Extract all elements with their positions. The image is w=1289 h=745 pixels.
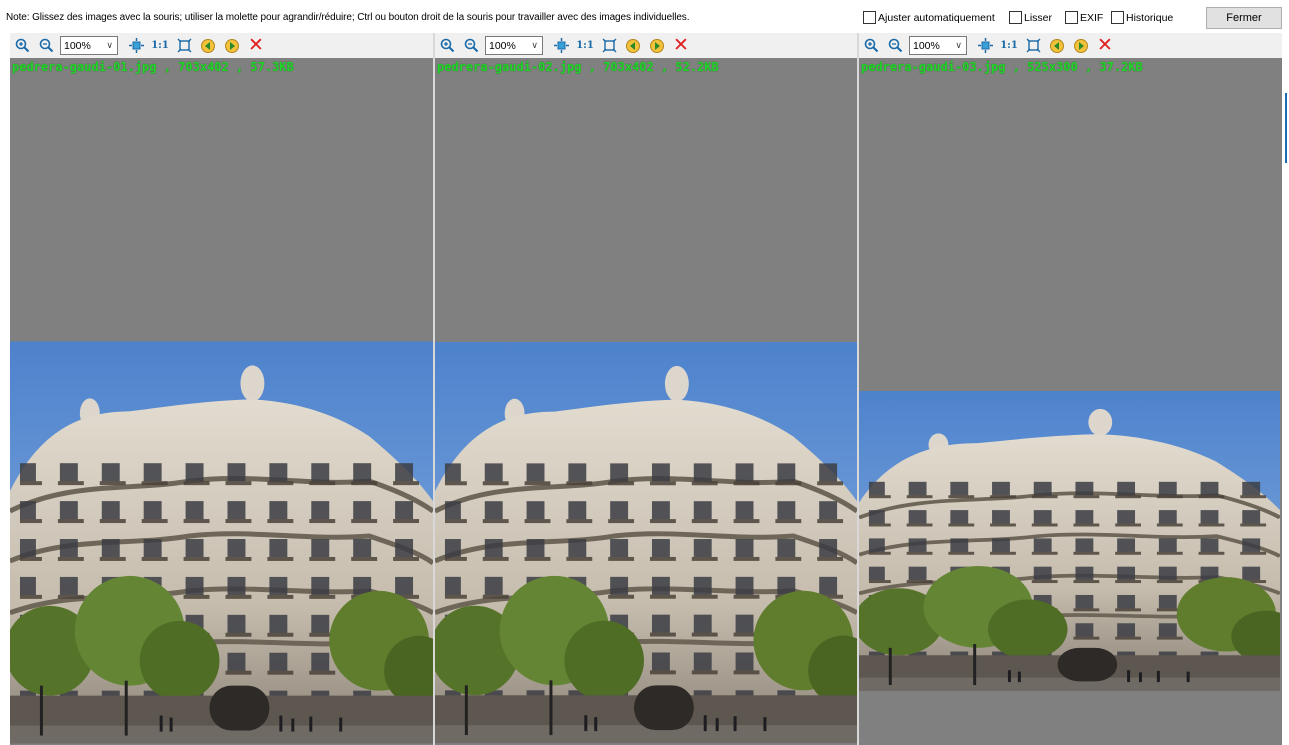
close-icon[interactable]: ✕	[244, 34, 268, 58]
smooth-option[interactable]: Lisser	[1009, 11, 1052, 24]
image-caption: pedrera-gaudi-03.jpg , 525x300 , 37.2KB	[861, 60, 1143, 74]
chevron-down-icon: ∨	[531, 40, 538, 50]
image-viewport[interactable]: pedrera-gaudi-01.jpg , 703x402 , 57.3KB	[10, 58, 433, 745]
prev-image-icon[interactable]	[196, 34, 220, 58]
close-icon[interactable]: ✕	[1093, 34, 1117, 58]
auto-fit-option[interactable]: Ajuster automatiquement	[863, 11, 995, 24]
history-option[interactable]: Historique	[1111, 11, 1173, 24]
top-bar: Note: Glissez des images avec la souris;…	[0, 0, 1289, 32]
building-photo	[435, 341, 857, 744]
chevron-down-icon: ∨	[106, 40, 113, 50]
close-button[interactable]: Fermer	[1206, 7, 1282, 29]
image-caption: pedrera-gaudi-02.jpg , 703x402 , 52.2KB	[437, 60, 719, 74]
note-text: Note: Glissez des images avec la souris;…	[6, 12, 690, 23]
next-image-icon[interactable]	[1069, 34, 1093, 58]
one-to-one-button[interactable]: 1:1	[148, 34, 172, 58]
chevron-down-icon: ∨	[955, 40, 962, 50]
exif-option[interactable]: EXIF	[1065, 11, 1103, 24]
zoom-select[interactable]: 100% ∨	[485, 36, 543, 55]
fit-icon[interactable]	[124, 34, 148, 58]
one-to-one-button[interactable]: 1:1	[997, 34, 1021, 58]
zoom-in-icon[interactable]	[859, 34, 883, 58]
fullscreen-icon[interactable]	[1021, 34, 1045, 58]
zoom-value: 100%	[489, 39, 516, 52]
exif-label: EXIF	[1080, 11, 1104, 24]
zoom-in-icon[interactable]	[435, 34, 459, 58]
next-image-icon[interactable]	[645, 34, 669, 58]
zoom-out-icon[interactable]	[883, 34, 907, 58]
fullscreen-icon[interactable]	[597, 34, 621, 58]
prev-image-icon[interactable]	[1045, 34, 1069, 58]
history-label: Historique	[1126, 11, 1174, 24]
zoom-out-icon[interactable]	[459, 34, 483, 58]
image-viewport[interactable]: pedrera-gaudi-02.jpg , 703x402 , 52.2KB	[435, 58, 857, 745]
fit-icon[interactable]	[549, 34, 573, 58]
image-pane-2[interactable]: 100% ∨ 1:1 ✕ pedrera-gaudi-02.jpg , 703x4…	[435, 33, 857, 745]
image-pane-3[interactable]: 100% ∨ 1:1 ✕ pedrera-gaudi-03.jpg , 525x3…	[859, 33, 1282, 745]
exif-checkbox[interactable]	[1065, 11, 1078, 24]
pane-toolbar: 100% ∨ 1:1 ✕	[859, 33, 1282, 58]
zoom-select[interactable]: 100% ∨	[60, 36, 118, 55]
image-caption: pedrera-gaudi-01.jpg , 703x402 , 57.3KB	[12, 60, 294, 74]
image-viewport[interactable]: pedrera-gaudi-03.jpg , 525x300 , 37.2KB	[859, 58, 1282, 745]
prev-image-icon[interactable]	[621, 34, 645, 58]
pane-toolbar: 100% ∨ 1:1 ✕	[10, 33, 433, 58]
window-right-edge	[1283, 33, 1289, 745]
next-image-icon[interactable]	[220, 34, 244, 58]
zoom-value: 100%	[913, 39, 940, 52]
pane-toolbar: 100% ∨ 1:1 ✕	[435, 33, 857, 58]
history-checkbox[interactable]	[1111, 11, 1124, 24]
auto-fit-label: Ajuster automatiquement	[878, 11, 995, 24]
fit-icon[interactable]	[973, 34, 997, 58]
one-to-one-button[interactable]: 1:1	[573, 34, 597, 58]
scrollbar-thumb[interactable]	[1285, 93, 1287, 163]
zoom-out-icon[interactable]	[34, 34, 58, 58]
close-icon[interactable]: ✕	[669, 34, 693, 58]
smooth-label: Lisser	[1024, 11, 1053, 24]
zoom-select[interactable]: 100% ∨	[909, 36, 967, 55]
fullscreen-icon[interactable]	[172, 34, 196, 58]
smooth-checkbox[interactable]	[1009, 11, 1022, 24]
auto-fit-checkbox[interactable]	[863, 11, 876, 24]
building-photo	[859, 391, 1280, 691]
image-pane-1[interactable]: 100% ∨ 1:1 ✕ pedrera-gaudi-01.jpg , 703x4…	[10, 33, 433, 745]
zoom-value: 100%	[64, 39, 91, 52]
zoom-in-icon[interactable]	[10, 34, 34, 58]
building-photo	[10, 341, 433, 744]
